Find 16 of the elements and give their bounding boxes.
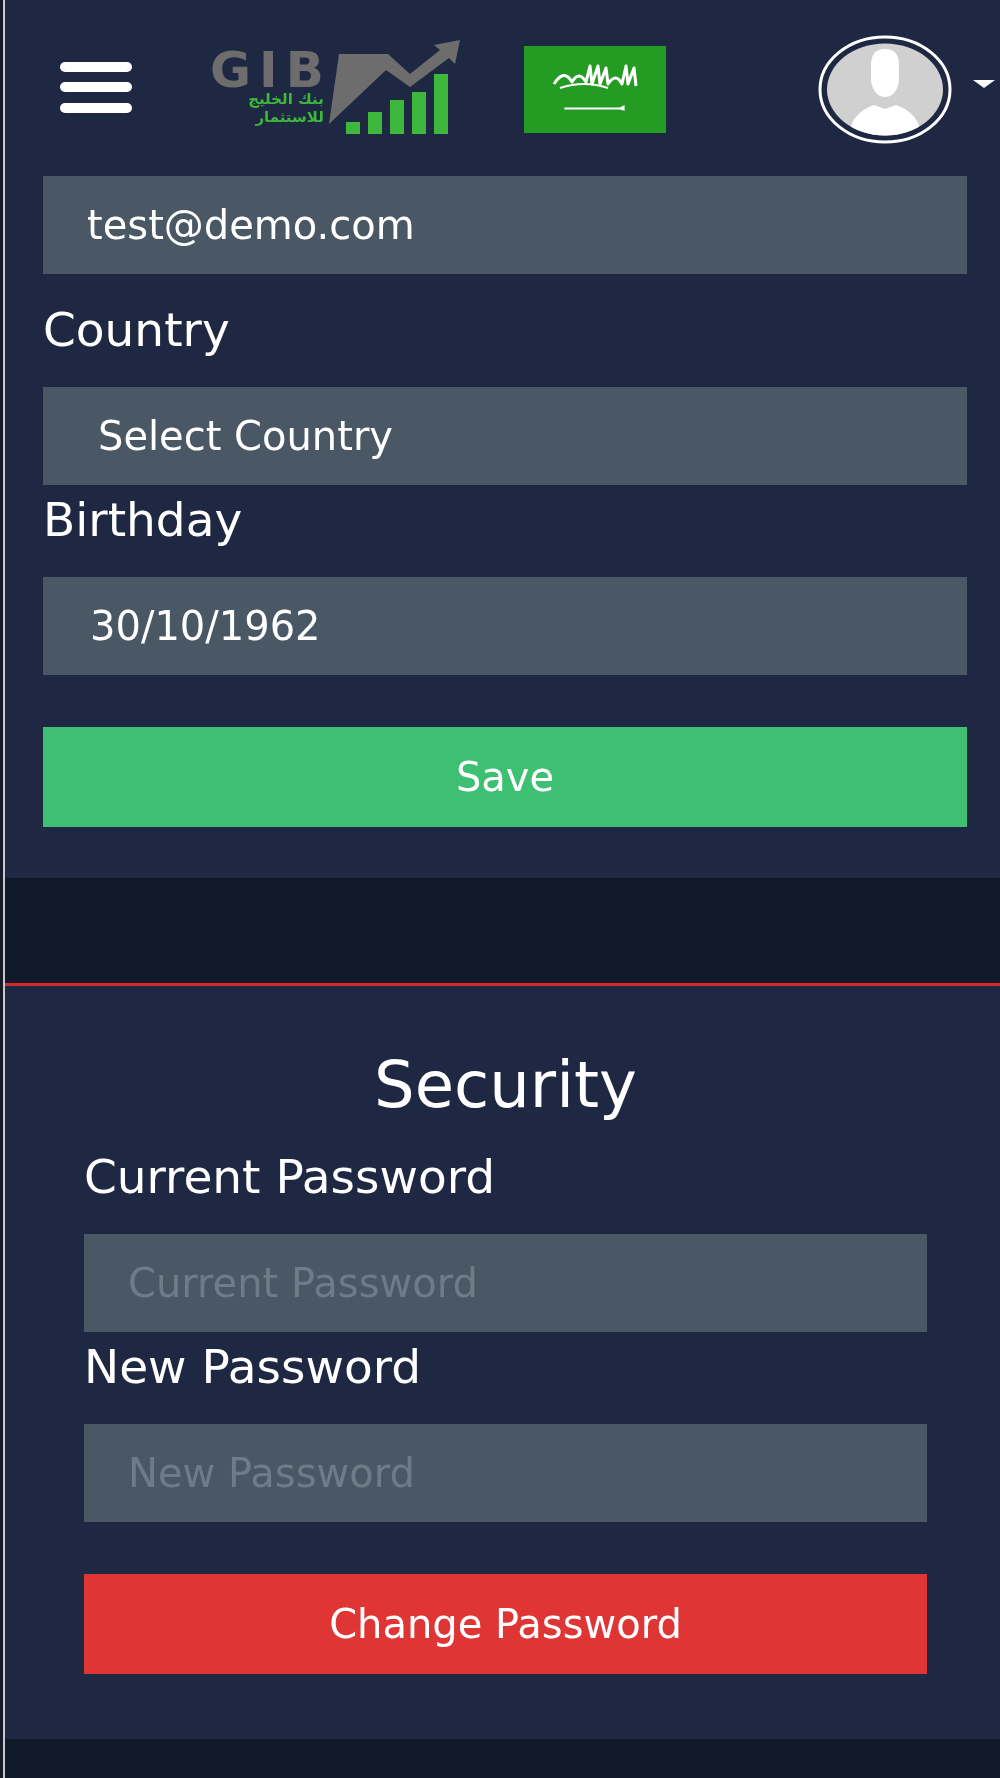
date-field[interactable]: 30/10/1962 (43, 577, 967, 675)
avatar-icon[interactable] (818, 35, 952, 144)
caret-icon[interactable] (973, 80, 995, 88)
field-label: Birthday (43, 492, 244, 548)
email-field[interactable]: test@demo.com (43, 176, 967, 274)
logo-tagline: للاستثمار (255, 108, 324, 126)
select-field[interactable]: Select Country (43, 387, 967, 485)
change-password-button[interactable]: Change Password (84, 1574, 927, 1674)
field-label: Current Password (84, 1149, 496, 1205)
flag-icon[interactable] (523, 46, 666, 133)
field-label: New Password (84, 1339, 422, 1395)
logo-tagline: بنك الخليج (248, 90, 324, 108)
menu-icon[interactable] (60, 62, 132, 113)
field-label: Country (43, 302, 231, 358)
logo-wordmark: GIB (210, 50, 332, 90)
section-title: Security (374, 1047, 637, 1123)
